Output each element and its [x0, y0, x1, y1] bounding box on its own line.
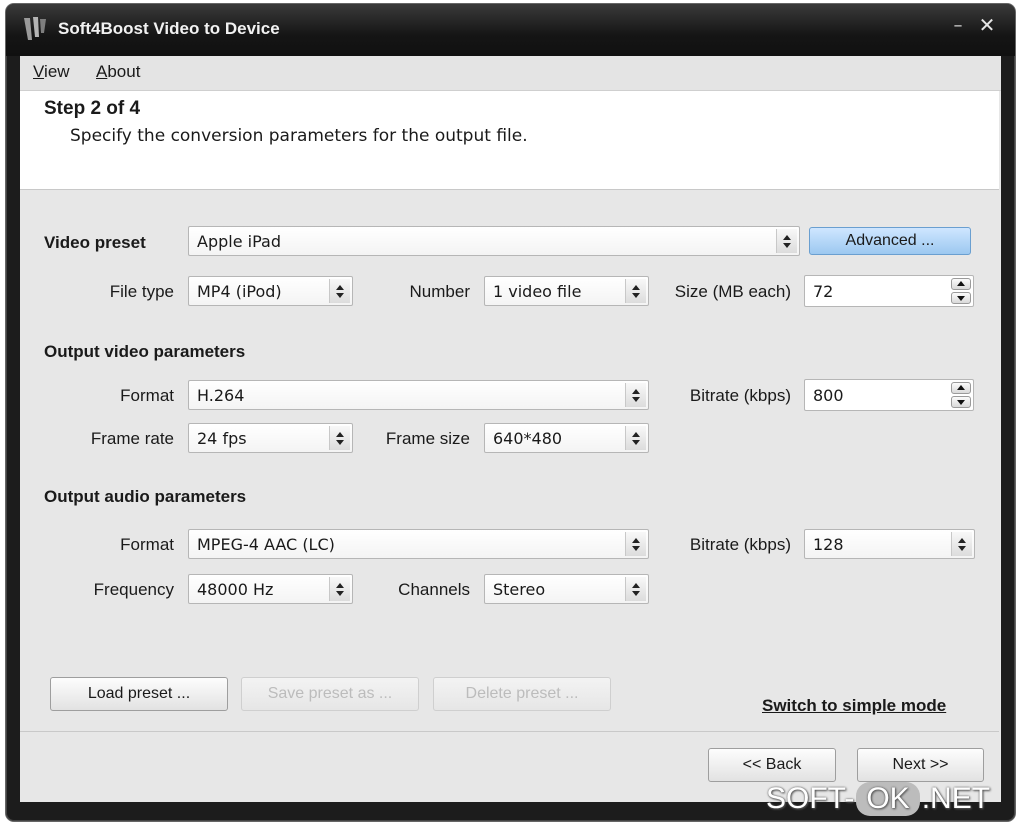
file-type-select[interactable]: MP4 (iPod) [188, 276, 353, 306]
channels-value: Stereo [493, 580, 546, 599]
app-logo-icon [22, 15, 48, 43]
switch-simple-mode-link[interactable]: Switch to simple mode [762, 696, 946, 716]
frequency-spin-icon[interactable] [329, 577, 350, 601]
back-button[interactable]: << Back [708, 748, 836, 782]
frequency-label: Frequency [93, 580, 174, 599]
save-preset-button[interactable]: Save preset as ... [241, 677, 419, 711]
frequency-value: 48000 Hz [197, 580, 274, 599]
frame-rate-label: Frame rate [90, 429, 174, 448]
file-type-spin-icon[interactable] [329, 279, 350, 303]
watermark-left: SOFT- [766, 782, 855, 815]
menu-view-accel: V [33, 62, 45, 81]
audio-format-value: MPEG-4 AAC (LC) [197, 535, 335, 554]
channels-label: Channels [398, 580, 470, 599]
size-label: Size (MB each) [674, 282, 791, 301]
minimize-icon[interactable]: – [948, 16, 968, 36]
step-description: Specify the conversion parameters for th… [70, 126, 528, 146]
frame-rate-value: 24 fps [197, 429, 247, 448]
frequency-select[interactable]: 48000 Hz [188, 574, 353, 604]
video-bitrate-input[interactable]: 800 [804, 379, 974, 411]
video-format-label: Format [120, 386, 174, 405]
video-preset-value: Apple iPad [197, 232, 281, 251]
audio-bitrate-label: Bitrate (kbps) [689, 535, 791, 554]
video-section-title: Output video parameters [44, 342, 246, 361]
menu-about-accel: A [96, 62, 108, 81]
audio-format-select[interactable]: MPEG-4 AAC (LC) [188, 529, 649, 559]
frame-rate-spin-icon[interactable] [329, 426, 350, 450]
increment-icon[interactable] [951, 278, 971, 290]
menu-about[interactable]: About [96, 62, 140, 82]
number-label: Number [409, 282, 470, 301]
video-format-select[interactable]: H.264 [188, 380, 649, 410]
increment-icon[interactable] [951, 382, 971, 394]
audio-bitrate-select[interactable]: 128 [804, 529, 975, 559]
menu-bar [20, 56, 1001, 91]
load-preset-button[interactable]: Load preset ... [50, 677, 228, 711]
video-preset-label: Video preset [44, 233, 146, 252]
audio-bitrate-value: 128 [813, 535, 844, 554]
frame-size-label: Frame size [385, 429, 470, 448]
video-bitrate-value: 800 [813, 386, 844, 405]
number-spin-icon[interactable] [625, 279, 646, 303]
channels-spin-icon[interactable] [625, 577, 646, 601]
delete-preset-button[interactable]: Delete preset ... [433, 677, 611, 711]
audio-bitrate-spin-icon[interactable] [951, 532, 972, 556]
step-title: Step 2 of 4 [44, 98, 141, 119]
next-button[interactable]: Next >> [857, 748, 984, 782]
frame-rate-select[interactable]: 24 fps [188, 423, 353, 453]
menu-about-rest: bout [107, 62, 141, 81]
window-title: Soft4Boost Video to Device [58, 19, 280, 38]
audio-format-label: Format [120, 535, 174, 554]
number-value: 1 video file [493, 282, 582, 301]
frame-size-spin-icon[interactable] [625, 426, 646, 450]
audio-format-spin-icon[interactable] [625, 532, 646, 556]
footer-divider [20, 731, 999, 732]
file-type-value: MP4 (iPod) [197, 282, 282, 301]
number-select[interactable]: 1 video file [484, 276, 649, 306]
video-bitrate-stepper[interactable] [951, 382, 971, 408]
video-preset-spin-icon[interactable] [776, 229, 797, 253]
size-stepper[interactable] [951, 278, 971, 304]
advanced-button[interactable]: Advanced ... [809, 227, 971, 255]
close-icon[interactable]: ✕ [976, 14, 998, 36]
watermark: SOFT- OK .NET [766, 782, 990, 816]
file-type-label: File type [109, 282, 174, 301]
decrement-icon[interactable] [951, 396, 971, 408]
frame-size-value: 640*480 [493, 429, 563, 448]
video-preset-select[interactable]: Apple iPad [188, 226, 800, 256]
audio-section-title: Output audio parameters [44, 487, 247, 506]
decrement-icon[interactable] [951, 292, 971, 304]
watermark-ok: OK [856, 782, 920, 816]
size-input[interactable]: 72 [804, 275, 974, 307]
video-format-value: H.264 [197, 386, 245, 405]
menu-view[interactable]: View [33, 62, 70, 82]
size-value: 72 [813, 282, 834, 301]
watermark-right: .NET [921, 782, 991, 815]
menu-view-rest: iew [44, 62, 70, 81]
channels-select[interactable]: Stereo [484, 574, 649, 604]
video-bitrate-label: Bitrate (kbps) [689, 386, 791, 405]
frame-size-select[interactable]: 640*480 [484, 423, 649, 453]
video-format-spin-icon[interactable] [625, 383, 646, 407]
